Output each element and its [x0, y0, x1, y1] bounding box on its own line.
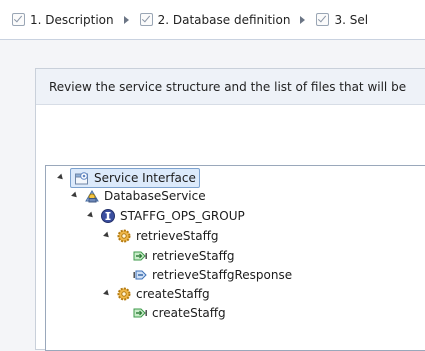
wizard-step-label: 1. Description — [30, 12, 114, 27]
interface-icon — [101, 208, 115, 223]
tree-item-label: Service Interface — [94, 170, 196, 185]
tree-item-label: retrieveStaffg — [136, 228, 219, 243]
expand-arrow-icon[interactable] — [103, 289, 111, 298]
selected-node[interactable]: Service Interface — [70, 167, 200, 188]
tree-item-operation-retrieve[interactable]: retrieveStaffg — [103, 226, 219, 245]
expand-arrow-icon[interactable] — [57, 173, 65, 182]
tree-item-label: retrieveStaffg — [152, 248, 235, 263]
database-service-icon — [85, 189, 99, 202]
wizard-step-label: 2. Database definition — [157, 12, 291, 27]
tree-item-output-message[interactable]: retrieveStaffgResponse — [132, 265, 292, 284]
input-message-icon — [133, 251, 147, 260]
tree-item-label: createStaffg — [136, 286, 210, 301]
tree-item-database-service[interactable]: DatabaseService — [71, 186, 206, 205]
tree-item-operation-create[interactable]: createStaffg — [103, 284, 210, 303]
tree-item-label: createStaffg — [152, 305, 226, 320]
tree-item-group[interactable]: STAFFG_OPS_GROUP — [87, 206, 245, 225]
instruction-text: Review the service structure and the lis… — [36, 69, 425, 105]
expand-arrow-icon[interactable] — [87, 211, 95, 220]
review-panel: Review the service structure and the lis… — [35, 68, 425, 351]
wizard-step-select[interactable]: 3. Sel — [316, 13, 368, 27]
checkbox-icon — [12, 13, 25, 26]
wizard-step-label: 3. Sel — [334, 12, 369, 27]
service-interface-icon — [75, 171, 88, 184]
tree-item-label: STAFFG_OPS_GROUP — [120, 208, 245, 223]
wizard-step-database-definition[interactable]: 2. Database definition — [139, 12, 291, 27]
chevron-right-icon — [123, 15, 129, 24]
tree-item-input-message[interactable]: retrieveStaffg — [132, 246, 234, 265]
tree-item-label: DatabaseService — [104, 188, 206, 203]
wizard-step-description[interactable]: 1. Description — [12, 13, 114, 27]
gear-icon — [117, 229, 131, 242]
tree-item-input-message[interactable]: createStaffg — [132, 303, 226, 322]
checkbox-icon — [139, 13, 153, 26]
expand-arrow-icon[interactable] — [71, 191, 79, 200]
gear-icon — [117, 287, 131, 300]
output-message-icon — [133, 270, 147, 279]
tree-item-label: retrieveStaffgResponse — [152, 267, 293, 282]
chevron-right-icon — [300, 15, 306, 24]
input-message-icon — [133, 308, 147, 317]
wizard-step-bar: 1. Description 2. Database definition 3.… — [0, 0, 425, 40]
tree-item-service-interface[interactable]: Service Interface — [57, 167, 200, 188]
checkbox-icon — [316, 13, 330, 26]
service-structure-tree[interactable]: Service Interface DatabaseService STAFFG… — [45, 165, 425, 351]
expand-arrow-icon[interactable] — [103, 231, 111, 240]
